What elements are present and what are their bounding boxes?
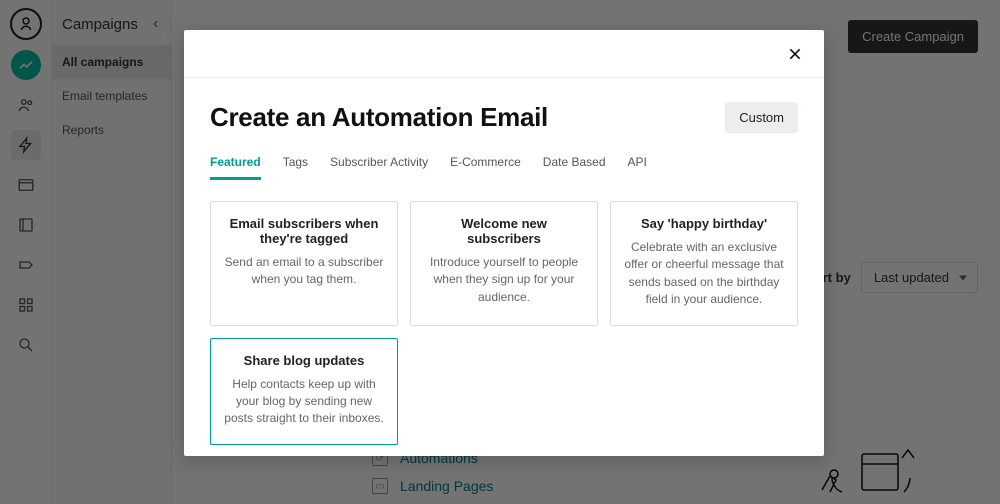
custom-button[interactable]: Custom	[725, 102, 798, 133]
automation-cards: Email subscribers when they're tagged Se…	[210, 201, 798, 445]
card-title: Share blog updates	[223, 353, 385, 368]
automation-modal: Create an Automation Email Custom Featur…	[184, 30, 824, 456]
card-share-blog[interactable]: Share blog updates Help contacts keep up…	[210, 338, 398, 445]
modal-tabs: Featured Tags Subscriber Activity E-Comm…	[210, 155, 798, 181]
card-title: Welcome new subscribers	[423, 216, 585, 246]
card-welcome-subscribers[interactable]: Welcome new subscribers Introduce yourse…	[410, 201, 598, 326]
card-title: Email subscribers when they're tagged	[223, 216, 385, 246]
tab-tags[interactable]: Tags	[283, 155, 308, 180]
card-desc: Introduce yourself to people when they s…	[423, 254, 585, 306]
card-happy-birthday[interactable]: Say 'happy birthday' Celebrate with an e…	[610, 201, 798, 326]
tab-api[interactable]: API	[628, 155, 647, 180]
card-desc: Send an email to a subscriber when you t…	[223, 254, 385, 289]
card-email-tagged[interactable]: Email subscribers when they're tagged Se…	[210, 201, 398, 326]
tab-ecommerce[interactable]: E-Commerce	[450, 155, 521, 180]
card-desc: Help contacts keep up with your blog by …	[223, 376, 385, 428]
card-desc: Celebrate with an exclusive offer or che…	[623, 239, 785, 309]
modal-title: Create an Automation Email	[210, 102, 548, 133]
close-icon[interactable]	[784, 43, 806, 65]
tab-subscriber-activity[interactable]: Subscriber Activity	[330, 155, 428, 180]
tab-date-based[interactable]: Date Based	[543, 155, 606, 180]
tab-featured[interactable]: Featured	[210, 155, 261, 180]
card-title: Say 'happy birthday'	[623, 216, 785, 231]
